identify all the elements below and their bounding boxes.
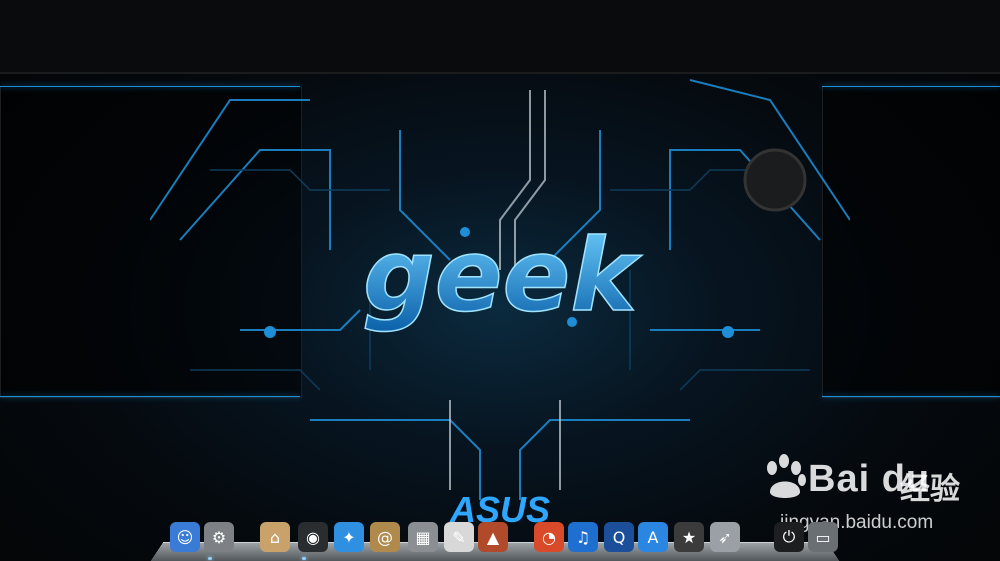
running-indicator bbox=[208, 557, 212, 560]
itunes-icon[interactable]: ♫ bbox=[568, 522, 598, 552]
calculator-icon[interactable]: ▦ bbox=[408, 522, 438, 552]
finder-icon[interactable]: ☺ bbox=[170, 522, 200, 552]
photo-app-icon[interactable]: ▲ bbox=[478, 522, 508, 552]
quicktime-icon[interactable]: Q bbox=[604, 522, 634, 552]
dashboard-icon[interactable]: ◉ bbox=[298, 522, 328, 552]
safari-icon[interactable]: ✦ bbox=[334, 522, 364, 552]
running-indicator bbox=[302, 557, 306, 560]
textedit-icon[interactable]: ✎ bbox=[444, 522, 474, 552]
power-icon[interactable]: ⏻ bbox=[774, 522, 804, 552]
launchpad-icon[interactable]: ➶ bbox=[710, 522, 740, 552]
geek-headline: geek bbox=[363, 225, 642, 334]
app-store-icon[interactable]: A bbox=[638, 522, 668, 552]
address-book-icon[interactable]: @ bbox=[370, 522, 400, 552]
chrome-icon[interactable]: ◔ bbox=[534, 522, 564, 552]
system-preferences-icon[interactable]: ⚙ bbox=[204, 522, 234, 552]
imovie-icon[interactable]: ★ bbox=[674, 522, 704, 552]
baidu-chinese: 经验 bbox=[900, 472, 960, 507]
geek-wallpaper-logo: geek bbox=[362, 225, 643, 335]
top-band bbox=[0, 0, 1000, 72]
dock: ☺ ⚙ ⌂ ◉ ✦ @ ▦ ✎ ▲ ◔ ♫ Q A ★ ➶ ⏻ ▭ bbox=[150, 520, 840, 561]
home-folder-icon[interactable]: ⌂ bbox=[260, 522, 290, 552]
drive-icon[interactable]: ▭ bbox=[808, 522, 838, 552]
paw-icon bbox=[767, 454, 806, 498]
desktop[interactable]: geek ASUS Bai du 经验 jingyan.baidu.com ☺ ⚙… bbox=[0, 0, 1000, 561]
